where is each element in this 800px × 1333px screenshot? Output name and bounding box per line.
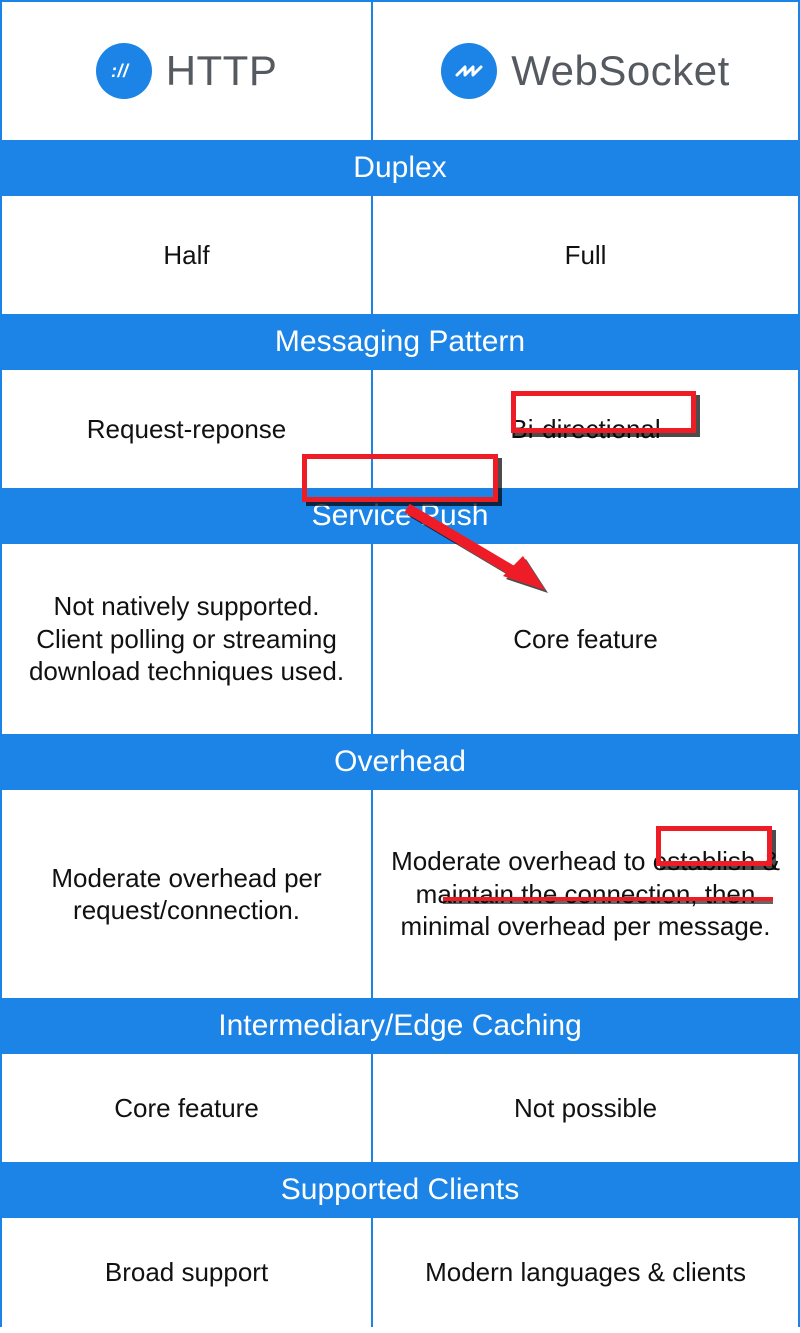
websocket-messaging-value: Bi-directional xyxy=(510,414,660,444)
comparison-table: :// HTTP WebSocket Duplex Half Full xyxy=(0,0,800,1327)
section-header-servicepush: Service Push xyxy=(1,489,799,543)
websocket-clients-value: Modern languages & clients xyxy=(425,1257,746,1287)
websocket-duplex-value: Full xyxy=(565,240,607,270)
http-icon: :// xyxy=(96,43,152,99)
websocket-label: WebSocket xyxy=(511,47,730,95)
section-header-messaging: Messaging Pattern xyxy=(1,315,799,369)
section-row-clients: Broad support Modern languages & clients xyxy=(1,1217,799,1327)
websocket-caching-value: Not possible xyxy=(514,1093,657,1123)
http-messaging-value: Request-reponse xyxy=(87,414,286,444)
http-label: HTTP xyxy=(166,47,278,95)
http-clients-value: Broad support xyxy=(105,1257,268,1287)
http-servicepush-value: Not natively supported. Client polling o… xyxy=(29,591,344,686)
column-headers-row: :// HTTP WebSocket xyxy=(1,1,799,141)
http-column-header: :// HTTP xyxy=(1,1,372,141)
section-title: Intermediary/Edge Caching xyxy=(218,1009,582,1042)
section-title: Overhead xyxy=(334,745,466,778)
websocket-overhead-value: Moderate overhead to establish & maintai… xyxy=(391,846,780,941)
section-header-clients: Supported Clients xyxy=(1,1163,799,1217)
svg-text:://: :// xyxy=(111,61,130,81)
section-title: Messaging Pattern xyxy=(275,325,525,358)
section-row-messaging: Request-reponse Bi-directional xyxy=(1,369,799,489)
section-row-servicepush: Not natively supported. Client polling o… xyxy=(1,543,799,735)
section-title: Service Push xyxy=(312,499,489,532)
section-header-caching: Intermediary/Edge Caching xyxy=(1,999,799,1053)
websocket-icon xyxy=(441,43,497,99)
websocket-servicepush-value: Core feature xyxy=(513,624,658,654)
section-title: Supported Clients xyxy=(281,1173,519,1206)
http-duplex-value: Half xyxy=(163,240,209,270)
http-overhead-value: Moderate overhead per request/connection… xyxy=(51,863,321,926)
section-title: Duplex xyxy=(353,151,446,184)
http-caching-value: Core feature xyxy=(114,1093,259,1123)
section-row-duplex: Half Full xyxy=(1,195,799,315)
websocket-column-header: WebSocket xyxy=(372,1,799,141)
section-row-caching: Core feature Not possible xyxy=(1,1053,799,1163)
section-header-overhead: Overhead xyxy=(1,735,799,789)
section-row-overhead: Moderate overhead per request/connection… xyxy=(1,789,799,999)
section-header-duplex: Duplex xyxy=(1,141,799,195)
